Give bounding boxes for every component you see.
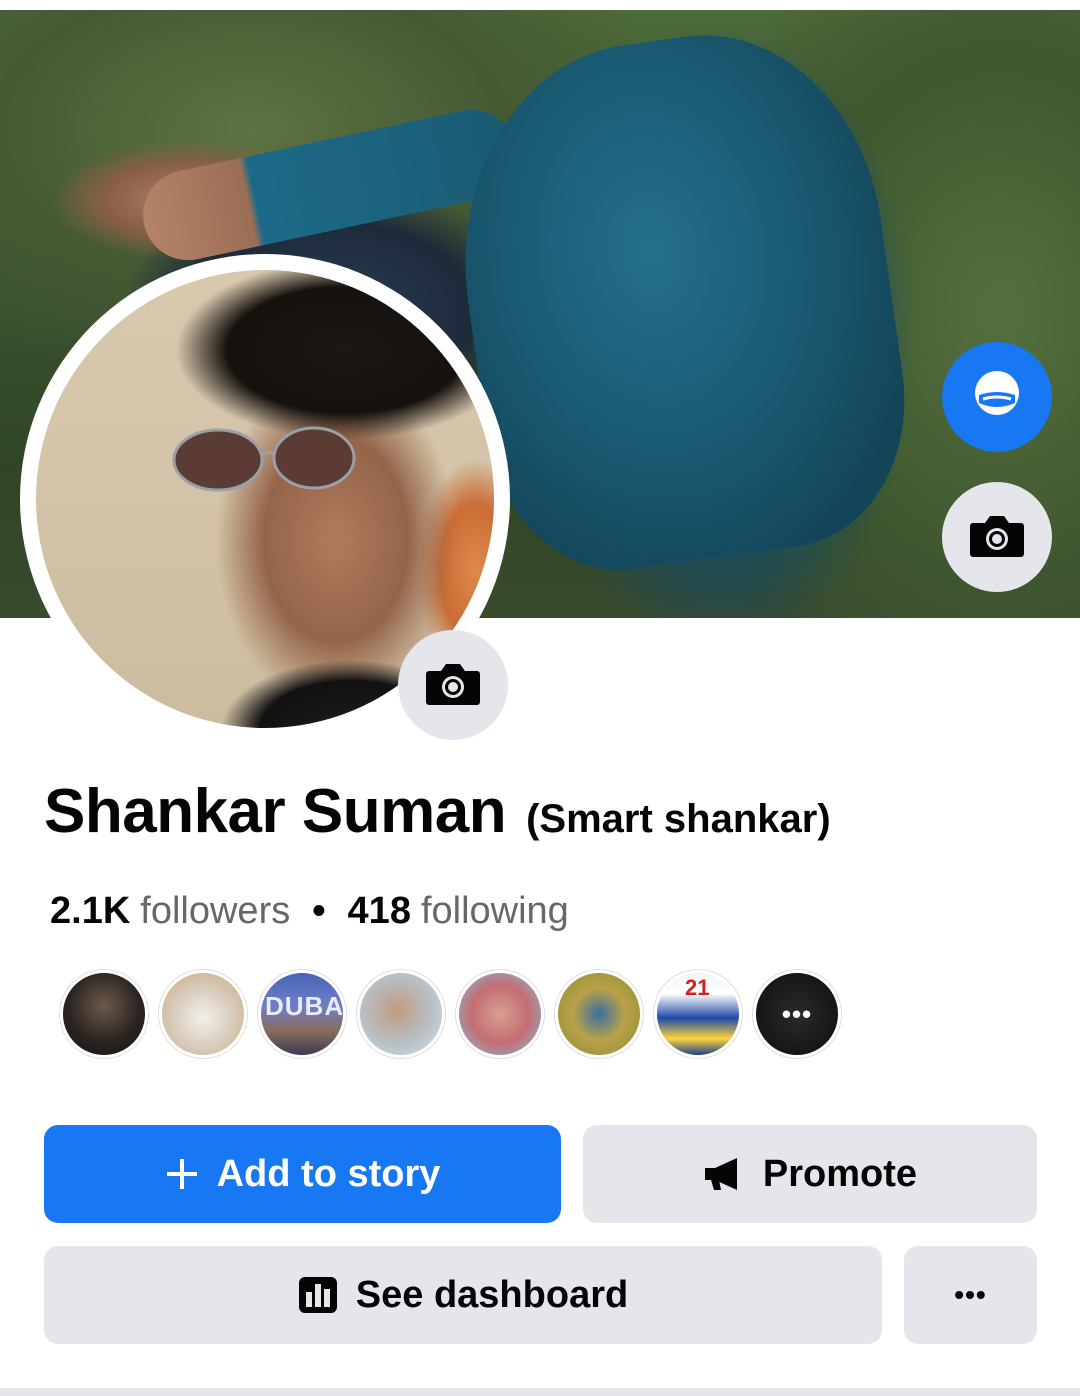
- profile-alternate-name: (Smart shankar): [526, 797, 831, 841]
- follow-stats: 2.1K followers • 418 following: [50, 890, 569, 933]
- stats-separator: •: [312, 890, 326, 932]
- friend-avatar[interactable]: DUBAI: [258, 970, 346, 1058]
- promote-label: Promote: [762, 1152, 918, 1195]
- sunglasses-graphic: [172, 426, 356, 492]
- status-strip: [0, 0, 1080, 10]
- friend-avatar[interactable]: [159, 970, 247, 1058]
- friend-avatar-text: DUBAI: [265, 991, 346, 1021]
- friends-preview: DUBAI 21 •••: [60, 970, 841, 1058]
- avatar-icon: [967, 365, 1027, 430]
- profile-name: Shankar Suman: [44, 777, 507, 846]
- friend-avatar[interactable]: [357, 970, 445, 1058]
- edit-cover-photo-button[interactable]: [942, 482, 1052, 592]
- following-count: 418: [347, 890, 411, 932]
- more-friends-button[interactable]: •••: [753, 970, 841, 1058]
- friend-avatar[interactable]: [60, 970, 148, 1058]
- friend-avatar[interactable]: 21: [654, 970, 742, 1058]
- megaphone-icon: [703, 1156, 745, 1192]
- followers-link[interactable]: 2.1K followers: [50, 890, 290, 933]
- following-link[interactable]: 418 following: [348, 890, 569, 933]
- plus-icon: [165, 1157, 199, 1191]
- camera-icon: [425, 659, 481, 712]
- see-dashboard-button[interactable]: See dashboard: [44, 1246, 882, 1344]
- followers-count: 2.1K: [50, 890, 131, 932]
- add-to-story-label: Add to story: [216, 1152, 441, 1195]
- following-label: following: [420, 890, 569, 932]
- friend-avatar[interactable]: [456, 970, 544, 1058]
- more-icon: •••: [954, 1279, 987, 1310]
- promote-button[interactable]: Promote: [583, 1125, 1037, 1223]
- more-icon: •••: [781, 998, 813, 1029]
- see-dashboard-label: See dashboard: [355, 1273, 629, 1316]
- more-options-button[interactable]: •••: [904, 1246, 1037, 1344]
- section-divider: [0, 1388, 1080, 1396]
- camera-icon: [969, 511, 1025, 564]
- avatar-button[interactable]: [942, 342, 1052, 452]
- friend-avatar[interactable]: [555, 970, 643, 1058]
- add-to-story-button[interactable]: Add to story: [44, 1125, 561, 1223]
- friend-avatar-text: 21: [685, 975, 710, 1000]
- profile-name-row: Shankar Suman (Smart shankar): [44, 776, 831, 847]
- edit-profile-photo-button[interactable]: [398, 630, 508, 740]
- bar-chart-icon: [298, 1276, 338, 1314]
- followers-label: followers: [140, 890, 291, 932]
